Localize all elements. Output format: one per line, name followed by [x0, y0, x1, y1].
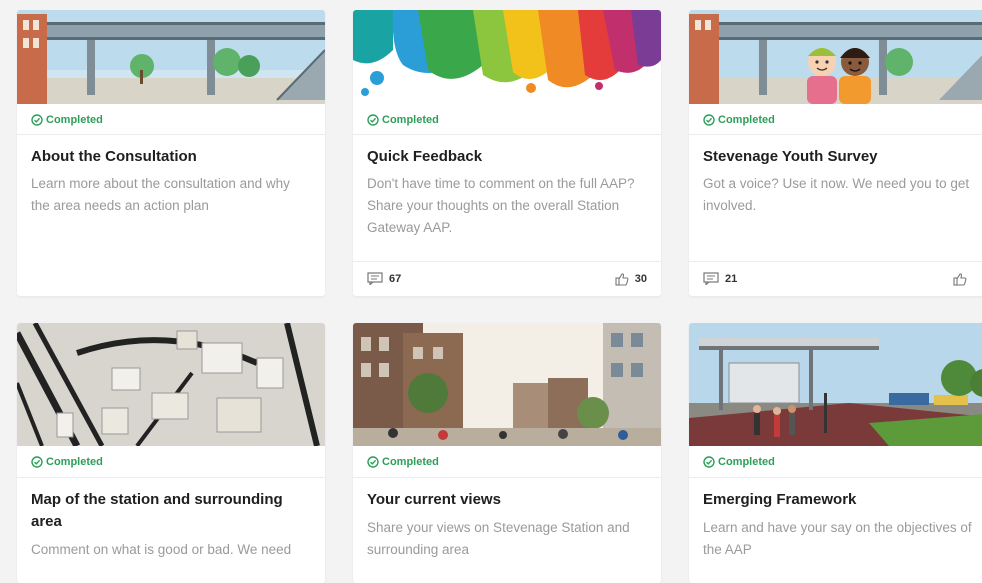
card-footer: 67 30 — [353, 261, 661, 296]
card-title[interactable]: About the Consultation — [31, 146, 311, 168]
status-badge: Completed — [31, 113, 103, 127]
check-circle-icon — [367, 114, 379, 126]
check-circle-icon — [367, 456, 379, 468]
card-about-consultation[interactable]: Completed About the Consultation Learn m… — [17, 10, 325, 296]
like-count-value: 30 — [634, 273, 647, 285]
card-image-bridge — [17, 10, 325, 104]
card-title[interactable]: Map of the station and surrounding area — [31, 489, 311, 533]
card-footer: 21 — [689, 261, 982, 296]
card-description: Got a voice? Use it now. We need you to … — [703, 176, 970, 213]
divider — [17, 477, 325, 478]
like-count[interactable] — [953, 272, 973, 286]
card-station-map[interactable]: Completed Map of the station and surroun… — [17, 323, 325, 583]
status-badge: Completed — [367, 455, 439, 469]
status-badge: Completed — [703, 113, 775, 127]
status-label: Completed — [382, 456, 439, 468]
like-count[interactable]: 30 — [615, 272, 647, 286]
thumbs-up-icon — [615, 273, 629, 286]
check-circle-icon — [31, 114, 43, 126]
comment-count[interactable]: 21 — [703, 272, 737, 285]
card-description: Learn and have your say on the objective… — [703, 520, 972, 557]
divider — [353, 477, 661, 478]
card-title[interactable]: Stevenage Youth Survey — [703, 146, 982, 168]
comment-icon — [367, 272, 383, 285]
comment-count-value: 67 — [389, 272, 402, 285]
card-description: Learn more about the consultation and wh… — [31, 176, 290, 213]
card-description: Comment on what is good or bad. We need — [31, 542, 292, 557]
check-circle-icon — [703, 456, 715, 468]
divider — [353, 134, 661, 135]
status-label: Completed — [382, 114, 439, 126]
check-circle-icon — [703, 114, 715, 126]
card-image-bus-station — [689, 323, 982, 446]
card-current-views[interactable]: Completed Your current views Share your … — [353, 323, 661, 583]
divider — [17, 134, 325, 135]
card-description: Share your views on Stevenage Station an… — [367, 520, 630, 557]
status-badge: Completed — [703, 455, 775, 469]
card-title[interactable]: Your current views — [367, 489, 647, 511]
divider — [689, 134, 982, 135]
comment-count[interactable]: 67 — [367, 272, 401, 285]
status-label: Completed — [46, 456, 103, 468]
card-emerging-framework[interactable]: Completed Emerging Framework Learn and h… — [689, 323, 982, 583]
status-badge: Completed — [367, 113, 439, 127]
status-badge: Completed — [31, 455, 103, 469]
card-image-street-render — [353, 323, 661, 446]
divider — [689, 477, 982, 478]
comment-icon — [703, 272, 719, 285]
status-label: Completed — [718, 114, 775, 126]
card-description: Don't have time to comment on the full A… — [367, 176, 635, 235]
comment-count-value: 21 — [725, 272, 738, 285]
card-image-speech-bubbles — [353, 10, 661, 104]
card-title[interactable]: Quick Feedback — [367, 146, 647, 168]
card-youth-survey[interactable]: Completed Stevenage Youth Survey Got a v… — [689, 10, 982, 296]
card-quick-feedback[interactable]: Completed Quick Feedback Don't have time… — [353, 10, 661, 296]
card-image-youth — [689, 10, 982, 104]
thumbs-up-icon — [953, 273, 967, 286]
card-image-aerial-map — [17, 323, 325, 446]
status-label: Completed — [46, 114, 103, 126]
check-circle-icon — [31, 456, 43, 468]
card-title[interactable]: Emerging Framework — [703, 489, 982, 511]
status-label: Completed — [718, 456, 775, 468]
